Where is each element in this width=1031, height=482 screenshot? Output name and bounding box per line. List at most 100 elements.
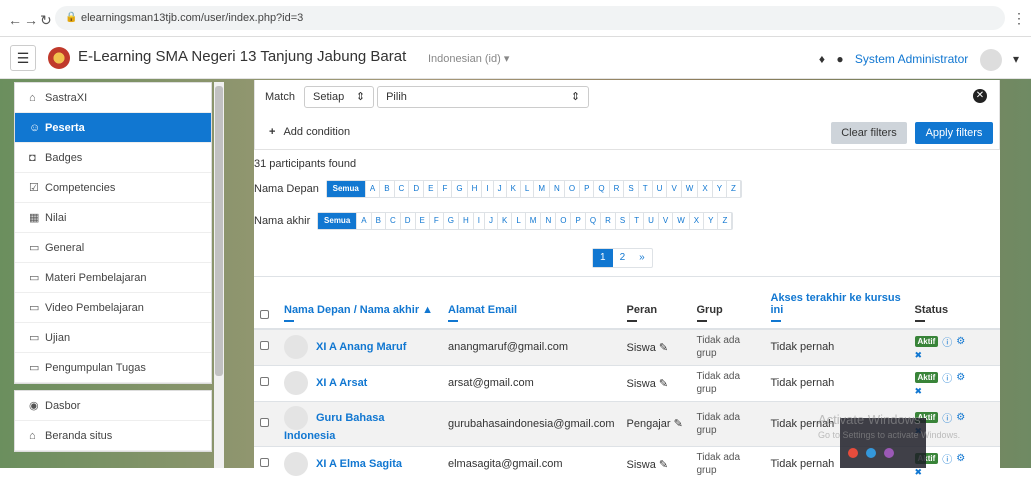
apply-filters-button[interactable]: Apply filters	[915, 122, 993, 144]
initial-letter-button[interactable]: V	[667, 181, 682, 197]
info-icon[interactable]: ⓘ	[942, 370, 952, 385]
initial-letter-button[interactable]: D	[409, 181, 425, 197]
participant-name-link[interactable]: XI A Elma Sagita	[316, 458, 402, 470]
initial-all-button[interactable]: Semua	[318, 213, 358, 229]
menu-kebab-icon[interactable]: ⋮	[1012, 10, 1026, 27]
bell-icon[interactable]: ♦	[819, 52, 825, 66]
info-icon[interactable]: ⓘ	[942, 334, 952, 349]
hide-column-icon[interactable]	[914, 319, 925, 322]
initial-letter-button[interactable]: X	[690, 213, 705, 229]
row-checkbox[interactable]	[260, 341, 269, 350]
initial-letter-button[interactable]: D	[401, 213, 416, 229]
initial-letter-button[interactable]: F	[430, 213, 444, 229]
initial-letter-button[interactable]: H	[459, 213, 474, 229]
sidebar-item-competencies[interactable]: ☑ Competencies	[15, 173, 211, 203]
participant-name-link[interactable]: XI A Anang Maruf	[316, 341, 406, 353]
trash-icon[interactable]: ✖	[915, 467, 995, 478]
select-all-checkbox[interactable]	[260, 309, 269, 319]
initial-letter-button[interactable]: W	[682, 181, 699, 197]
initial-letter-button[interactable]: S	[624, 181, 639, 197]
initial-letter-button[interactable]: B	[372, 213, 386, 229]
initial-letter-button[interactable]: Z	[718, 213, 733, 229]
pencil-icon[interactable]: ✎	[656, 459, 668, 471]
initial-letter-button[interactable]: E	[424, 181, 439, 197]
info-icon[interactable]: ⓘ	[942, 451, 952, 466]
gear-icon[interactable]: ⚙	[956, 453, 965, 464]
hide-column-icon[interactable]	[626, 319, 637, 322]
initial-letter-button[interactable]: A	[357, 213, 372, 229]
reload-icon[interactable]: ↻	[40, 12, 52, 29]
initial-letter-button[interactable]: W	[673, 213, 690, 229]
sidebar-item-dasbor[interactable]: ◉ Dasbor	[15, 391, 211, 421]
initial-letter-button[interactable]: J	[485, 213, 498, 229]
hide-column-icon[interactable]	[770, 319, 781, 322]
gear-icon[interactable]: ⚙	[956, 412, 965, 423]
taskbar-app-icon[interactable]	[884, 448, 894, 458]
hamburger-menu-button[interactable]: ☰	[10, 45, 36, 71]
name-header-label[interactable]: Nama Depan / Nama akhir ▲	[284, 304, 433, 316]
initial-letter-button[interactable]: Q	[594, 181, 610, 197]
initial-letter-button[interactable]: K	[498, 213, 513, 229]
clear-filters-button[interactable]: Clear filters	[831, 122, 907, 144]
initial-letter-button[interactable]: X	[698, 181, 713, 197]
initial-letter-button[interactable]: A	[366, 181, 381, 197]
row-checkbox[interactable]	[260, 417, 269, 427]
last-access-header-label[interactable]: Akses terakhir ke kursus ini	[771, 292, 901, 316]
initial-letter-button[interactable]: N	[550, 181, 565, 197]
initial-letter-button[interactable]: J	[494, 181, 507, 197]
initial-letter-button[interactable]: H	[468, 181, 483, 197]
initial-letter-button[interactable]: B	[380, 181, 395, 197]
pencil-icon[interactable]: ✎	[656, 342, 668, 354]
trash-icon[interactable]: ✖	[915, 386, 995, 397]
initial-letter-button[interactable]: N	[541, 213, 557, 229]
address-bar[interactable]: 🔒 elearningsman13tjb.com/user/index.php?…	[55, 6, 1005, 30]
taskbar-app-icon[interactable]	[848, 448, 858, 458]
pencil-icon[interactable]: ✎	[671, 418, 683, 430]
initial-letter-button[interactable]: U	[644, 213, 659, 229]
initial-letter-button[interactable]: C	[395, 181, 410, 197]
sidebar-item-pengumpulan-tugas[interactable]: ▭ Pengumpulan Tugas	[15, 353, 211, 383]
chevron-down-icon[interactable]: ▾	[1013, 52, 1019, 66]
language-menu[interactable]: Indonesian (id) ▾	[428, 52, 509, 65]
initial-letter-button[interactable]: Y	[704, 213, 719, 229]
initial-letter-button[interactable]: C	[386, 213, 401, 229]
initial-letter-button[interactable]: P	[571, 213, 586, 229]
avatar[interactable]	[284, 452, 308, 477]
hide-column-icon[interactable]	[696, 319, 707, 322]
hide-column-icon[interactable]	[284, 319, 294, 322]
avatar[interactable]	[284, 371, 308, 395]
initial-all-button[interactable]: Semua	[326, 181, 366, 197]
initial-letter-button[interactable]: R	[601, 213, 616, 229]
scrollbar-thumb[interactable]	[215, 86, 223, 376]
sidebar-item-general[interactable]: ▭ General	[15, 233, 211, 263]
sidebar-item-beranda-situs[interactable]: ⌂ Beranda situs	[15, 421, 211, 451]
initial-letter-button[interactable]: F	[438, 181, 453, 197]
sidebar-item-sastraxi[interactable]: ⌂ SastraXI	[15, 83, 211, 113]
last-access-header[interactable]: Akses terakhir ke kursus ini	[764, 276, 909, 330]
initial-letter-button[interactable]: G	[444, 213, 459, 229]
user-avatar[interactable]	[979, 49, 1002, 71]
initial-letter-button[interactable]: Z	[727, 181, 741, 197]
initial-letter-button[interactable]: T	[630, 213, 645, 229]
initial-letter-button[interactable]: O	[565, 181, 581, 197]
initial-letter-button[interactable]: I	[482, 181, 494, 197]
row-checkbox[interactable]	[260, 458, 269, 468]
avatar[interactable]	[284, 405, 308, 430]
initial-letter-button[interactable]: K	[507, 181, 521, 197]
initial-letter-button[interactable]: I	[474, 213, 485, 229]
page-button[interactable]: 2	[613, 249, 633, 267]
user-menu[interactable]: ♦ ● System Administrator ▾	[811, 49, 1019, 71]
sidebar-item-nilai[interactable]: ▦ Nilai	[15, 203, 211, 233]
add-condition-button[interactable]: + Add condition	[269, 126, 350, 138]
initial-letter-button[interactable]: E	[416, 213, 430, 229]
sidebar-item-badges[interactable]: ◘ Badges	[15, 143, 211, 173]
avatar[interactable]	[284, 335, 308, 359]
initial-letter-button[interactable]: S	[616, 213, 631, 229]
email-header-label[interactable]: Alamat Email	[448, 304, 517, 316]
sidebar-item-materi-pembelajaran[interactable]: ▭ Materi Pembelajaran	[15, 263, 211, 293]
initial-letter-button[interactable]: M	[526, 213, 542, 229]
sidebar-item-peserta[interactable]: ☺ Peserta	[15, 113, 211, 143]
next-page-button[interactable]: »	[632, 249, 652, 267]
hide-column-icon[interactable]	[448, 319, 458, 322]
initial-letter-button[interactable]: L	[521, 181, 535, 197]
